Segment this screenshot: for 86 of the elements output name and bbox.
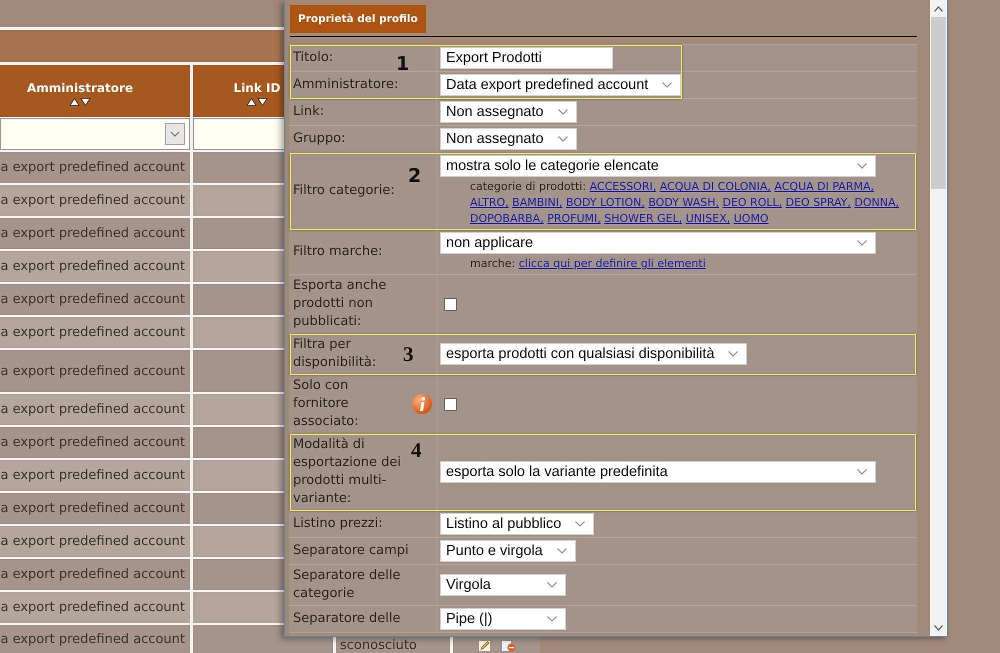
table-cell: a export predefined account: [0, 394, 190, 425]
field-label: Separatore delle: [293, 610, 400, 628]
dropdown[interactable]: Data export predefined account: [440, 74, 682, 96]
table-cell: a export predefined account: [0, 427, 190, 458]
callout-number: 2: [408, 166, 422, 186]
filter-link[interactable]: clicca qui per definire gli elementi: [518, 257, 706, 270]
document-icon[interactable]: [500, 640, 516, 652]
table-cell: a export predefined account: [0, 350, 190, 392]
filter-link[interactable]: SHOWER GEL,: [604, 212, 682, 225]
chevron-icon[interactable]: [857, 163, 867, 169]
dropdown[interactable]: non applicare: [440, 232, 876, 254]
dropdown[interactable]: Punto e virgola: [440, 540, 576, 562]
chevron-icon[interactable]: [547, 616, 557, 622]
chevron-icon[interactable]: [558, 109, 568, 115]
info-icon[interactable]: [412, 394, 432, 414]
filter-link[interactable]: DEO SPRAY,: [786, 196, 851, 209]
filter-link[interactable]: DOPOBARBA,: [470, 212, 544, 225]
table-cell: a export predefined account: [0, 625, 190, 653]
field-label: Titolo:: [293, 49, 334, 67]
dropdown[interactable]: mostra solo le categorie elencate: [440, 155, 876, 177]
chevron-icon[interactable]: [662, 82, 672, 88]
field-label: Separatore delle categorie: [293, 567, 402, 603]
filter-link[interactable]: UNISEX,: [686, 212, 730, 225]
table-cell: a export predefined account: [0, 460, 190, 491]
field-label: Gruppo:: [293, 130, 346, 148]
dropdown[interactable]: Virgola: [440, 574, 566, 596]
callout-number: 4: [411, 440, 422, 460]
dropdown[interactable]: esporta solo la variante predefinita: [440, 461, 876, 483]
chevron-icon[interactable]: [857, 240, 867, 246]
scrollbar-thumb[interactable]: [931, 17, 946, 189]
chevron-up-icon[interactable]: [934, 6, 943, 12]
chevron-down-icon[interactable]: [934, 624, 943, 630]
filter-link[interactable]: UOMO: [734, 212, 769, 225]
chevron-icon[interactable]: [575, 521, 586, 527]
field-label: Solo con fornitore associato:: [293, 377, 360, 431]
field-label: Esporta anche prodotti non pubblicati:: [293, 277, 388, 331]
filter-link[interactable]: ACCESSORI,: [590, 180, 656, 193]
note-label: marche:: [470, 257, 516, 270]
field-label: Listino prezzi:: [293, 515, 383, 533]
filter-link[interactable]: BODY LOTION,: [566, 196, 645, 209]
dropdown[interactable]: esporta prodotti con qualsiasi disponibilità: [440, 343, 748, 365]
field-label: Filtra per disponibilità:: [293, 336, 378, 372]
checkbox[interactable]: [444, 398, 457, 410]
dropdown[interactable]: Non assegnato: [440, 128, 577, 150]
filter-link[interactable]: DEO ROLL,: [722, 196, 782, 209]
pencil-icon[interactable]: [478, 640, 490, 652]
table-cell: a export predefined account: [0, 559, 190, 590]
scrollbar-track[interactable]: [930, 0, 947, 636]
chevron-icon[interactable]: [547, 582, 557, 588]
dropdown[interactable]: Listino al pubblico: [440, 513, 594, 535]
table-cell: a export predefined account: [0, 317, 190, 348]
dropdown[interactable]: Pipe (|): [440, 608, 566, 630]
filter-link[interactable]: ACQUA DI PARMA,: [774, 180, 874, 193]
chevron-icon[interactable]: [558, 136, 568, 142]
note-label: categorie di prodotti:: [470, 180, 586, 193]
column-header[interactable]: Amministratore: [0, 65, 190, 117]
table-cell: a export predefined account: [0, 592, 190, 623]
chevron-icon[interactable]: [556, 548, 567, 554]
chevron-icon[interactable]: [857, 469, 867, 475]
filter-link[interactable]: BAMBINI,: [512, 196, 562, 209]
table-cell: a export predefined account: [0, 284, 190, 315]
filter-link[interactable]: PROFUMI,: [547, 212, 601, 225]
sort-icon[interactable]: [69, 98, 91, 106]
field-label: Separatore campi: [293, 542, 409, 560]
table-cell: a export predefined account: [0, 493, 190, 524]
dropdown[interactable]: Non assegnato: [440, 101, 577, 123]
field-label: Modalità di esportazione dei prodotti multi-variante:: [293, 436, 402, 508]
filter-link[interactable]: ALTRO,: [470, 196, 509, 209]
sort-icon[interactable]: [246, 98, 268, 106]
callout-number: 3: [403, 344, 414, 364]
table-cell: a export predefined account: [0, 251, 190, 282]
filter-link[interactable]: DONNA,: [854, 196, 900, 209]
callout-number: 1: [396, 54, 410, 74]
field-label: Filtro categorie:: [293, 182, 395, 200]
table-cell: a export predefined account: [0, 526, 190, 557]
table-cell: a export predefined account: [0, 152, 190, 183]
filter-link[interactable]: ACQUA DI COLONIA,: [660, 180, 771, 193]
field-label: Filtro marche:: [293, 243, 382, 261]
filter-link[interactable]: BODY WASH,: [648, 196, 719, 209]
panel-title: Proprietà del profilo: [290, 5, 426, 33]
table-cell: a export predefined account: [0, 218, 190, 249]
table-cell: a export predefined account: [0, 185, 190, 216]
chevron-icon[interactable]: [165, 123, 185, 145]
text-field[interactable]: Export Prodotti: [440, 47, 613, 69]
checkbox[interactable]: [444, 298, 457, 310]
chevron-icon[interactable]: [728, 351, 738, 357]
